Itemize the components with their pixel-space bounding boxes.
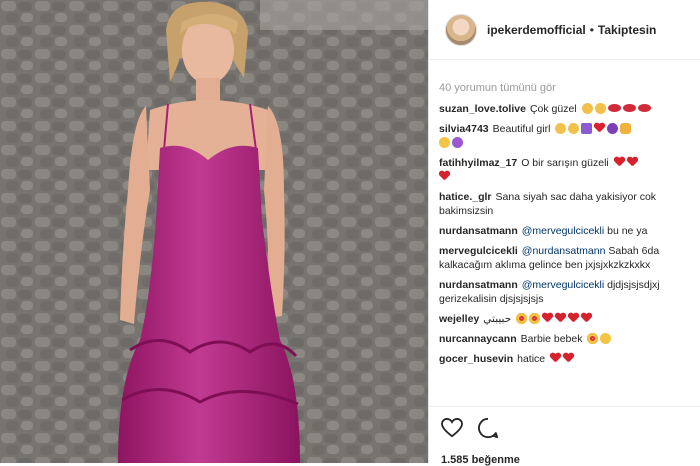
heart-emoji xyxy=(555,313,566,323)
comment-item: nurdansatmann @mervegulcicekli djdjsjsjsd… xyxy=(439,278,690,306)
lips-emoji xyxy=(607,104,621,112)
heart-eyes-emoji xyxy=(587,333,599,344)
clap-emoji xyxy=(555,123,567,134)
purple-face-emoji xyxy=(607,123,619,134)
comment-username[interactable]: hatice._glr xyxy=(439,191,492,203)
comment-text: Barbie bebek xyxy=(520,333,583,345)
heart-emoji xyxy=(627,157,638,167)
heart-emoji xyxy=(542,313,553,323)
comment-item: wejelley حبيبتي xyxy=(439,312,690,326)
heart-emoji xyxy=(550,353,561,363)
comment-username[interactable]: nurcannaycann xyxy=(439,333,517,345)
comment-username[interactable]: fatihhyilmaz_17 xyxy=(439,157,517,169)
load-more-comments[interactable]: 40 yorumun tümünü gör xyxy=(439,82,690,94)
heart-eyes-emoji xyxy=(516,313,528,324)
heart-emoji xyxy=(594,123,605,133)
heart-emoji xyxy=(614,157,625,167)
smile-emoji xyxy=(439,137,450,148)
follow-status[interactable]: Takiptesin xyxy=(598,23,656,37)
post-photo xyxy=(0,0,428,463)
comment-item: silvia4743 Beautiful girl xyxy=(439,122,690,150)
comment-username[interactable]: mervegulcicekli xyxy=(439,245,518,257)
comment-item: nurcannaycann Barbie bebek xyxy=(439,332,690,346)
thumbs-up-emoji xyxy=(620,123,632,134)
heart-emoji xyxy=(563,353,574,363)
heart-outline-icon[interactable] xyxy=(441,417,463,443)
comment-username[interactable]: silvia4743 xyxy=(439,123,489,135)
comment-item: mervegulcicekli @nurdansatmann Sabah 6da … xyxy=(439,244,690,272)
clap-emoji xyxy=(581,103,593,114)
purple-heart-emoji xyxy=(452,137,463,148)
comment-username[interactable]: wejelley xyxy=(439,313,479,325)
action-icons xyxy=(441,417,689,444)
comments-list[interactable]: 40 yorumun tümünü gör suzan_love.tolive Ç… xyxy=(429,60,700,396)
comment-item: nurdansatmann @mervegulcicekli bu ne ya xyxy=(439,224,690,238)
post-header: ipekerdemofficial • Takiptesin xyxy=(429,0,700,60)
comment-username[interactable]: nurdansatmann xyxy=(439,225,518,237)
lips-emoji xyxy=(622,104,636,112)
comment-text: Çok güzel xyxy=(529,103,577,115)
heart-emoji xyxy=(568,313,579,323)
header-text: ipekerdemofficial • Takiptesin xyxy=(487,23,656,37)
likes-count[interactable]: 1.585 beğenme xyxy=(441,454,689,466)
comment-item: suzan_love.tolive Çok güzel xyxy=(439,102,690,116)
comment-text: Beautiful girl xyxy=(492,123,551,135)
clap-emoji xyxy=(594,103,606,114)
heart-eyes-emoji xyxy=(529,313,541,324)
comment-text: O bir sarışın güzeli xyxy=(521,157,609,169)
heart-emoji xyxy=(439,171,450,181)
comment-bubble-icon[interactable] xyxy=(477,417,499,444)
heart-emoji xyxy=(581,313,592,323)
comment-mention[interactable]: @mervegulcicekli xyxy=(522,225,604,237)
comment-username[interactable]: gocer_husevin xyxy=(439,353,513,365)
comment-username[interactable]: suzan_love.tolive xyxy=(439,103,526,115)
post-username[interactable]: ipekerdemofficial xyxy=(487,23,586,37)
separator-dot: • xyxy=(589,22,594,37)
lips-emoji xyxy=(637,104,651,112)
comment-mention[interactable]: @nurdansatmann xyxy=(522,245,606,257)
comment-text: حبيبتي xyxy=(483,313,512,325)
post-actions: 1.585 beğenme xyxy=(429,406,700,466)
comment-text: hatice xyxy=(517,353,546,365)
comment-item: gocer_husevin hatice xyxy=(439,352,690,366)
post-side-panel: ipekerdemofficial • Takiptesin 40 yorumun … xyxy=(428,0,700,466)
avatar[interactable] xyxy=(445,13,477,46)
clap-emoji xyxy=(568,123,580,134)
comment-mention[interactable]: @mervegulcicekli xyxy=(522,279,604,291)
comment-item: hatice._glr Sana siyah sac daha yakisiyor… xyxy=(439,190,690,218)
comment-text: bu ne ya xyxy=(607,225,648,237)
music-emoji xyxy=(581,123,593,134)
comment-item: fatihhyilmaz_17 O bir sarışın güzeli xyxy=(439,156,690,184)
smile-emoji xyxy=(600,333,612,344)
comment-username[interactable]: nurdansatmann xyxy=(439,279,518,291)
